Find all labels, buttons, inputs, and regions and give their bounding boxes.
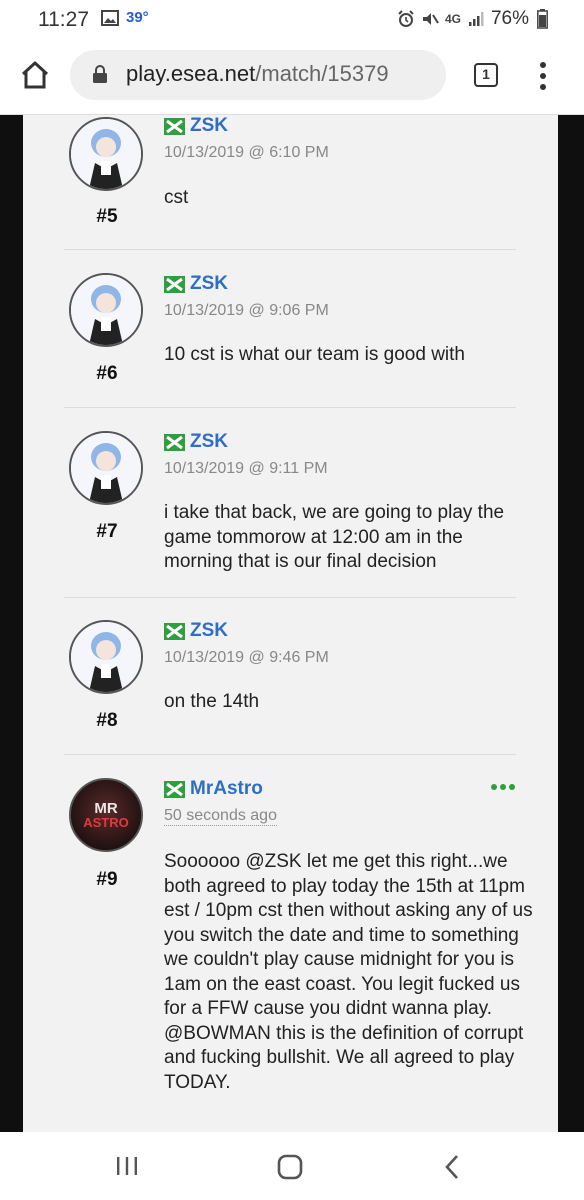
- alarm-icon: [398, 10, 414, 27]
- recent-apps-icon[interactable]: [115, 1154, 139, 1178]
- image-notification-icon: [101, 10, 119, 26]
- divider: [64, 597, 516, 598]
- post-number: #5: [96, 206, 118, 227]
- post-body: 10 cst is what our team is good with: [164, 344, 465, 365]
- overflow-menu-icon[interactable]: [538, 60, 548, 92]
- avatar[interactable]: [69, 117, 143, 191]
- anime-avatar-image: [71, 433, 141, 503]
- username-link[interactable]: ZSK: [190, 620, 228, 642]
- anime-avatar-image: [71, 275, 141, 345]
- verified-badge-icon: [164, 276, 185, 293]
- lock-icon: [93, 65, 107, 83]
- username-link[interactable]: ZSK: [190, 115, 228, 137]
- post-body: cst: [164, 187, 189, 208]
- post-number: #9: [96, 869, 118, 890]
- avatar[interactable]: [69, 273, 143, 347]
- anime-avatar-image: [71, 119, 141, 189]
- avatar[interactable]: [69, 620, 143, 694]
- mute-icon: [422, 13, 439, 25]
- verified-badge-icon: [164, 118, 185, 135]
- post-number: #6: [96, 363, 118, 384]
- logo-text-bottom: ASTRO: [83, 815, 129, 830]
- post-number: #7: [96, 521, 118, 542]
- tab-switcher-button[interactable]: 1: [474, 63, 498, 87]
- signal-icon: [468, 12, 484, 26]
- verified-badge-icon: [164, 434, 185, 451]
- post-date: 50 seconds ago: [164, 807, 277, 826]
- username-link[interactable]: ZSK: [190, 273, 228, 295]
- post-date: 10/13/2019 @ 9:11 PM: [164, 460, 328, 477]
- comments-panel: #5 ZSK 10/13/2019 @ 6:10 PM cst #6 ZSK 1…: [23, 115, 558, 1132]
- status-bar: 11:27 39° 4G 76%: [0, 0, 584, 38]
- battery-icon: [537, 9, 548, 29]
- status-time: 11:27: [38, 8, 89, 31]
- verified-badge-icon: [164, 781, 185, 798]
- avatar[interactable]: [69, 431, 143, 505]
- post-body: i take that back, we are going to play t…: [164, 502, 505, 572]
- mr-astro-logo-image: MR ASTRO: [71, 780, 141, 850]
- back-icon[interactable]: [444, 1154, 460, 1180]
- username-link[interactable]: ZSK: [190, 431, 228, 453]
- avatar[interactable]: MR ASTRO: [69, 778, 143, 852]
- weather-temperature: 39°: [126, 9, 149, 26]
- home-nav-icon[interactable]: [277, 1154, 303, 1180]
- divider: [64, 754, 516, 755]
- url-text: play.esea.net/match/15379: [126, 61, 438, 87]
- browser-toolbar: play.esea.net/match/15379 1: [0, 38, 584, 115]
- more-options-icon[interactable]: [490, 783, 516, 791]
- post-date: 10/13/2019 @ 9:06 PM: [164, 302, 329, 319]
- url-bar[interactable]: play.esea.net/match/15379: [70, 50, 446, 100]
- url-host: play.esea.net: [126, 61, 256, 86]
- divider: [64, 249, 516, 250]
- post-number: #8: [96, 710, 118, 731]
- divider: [64, 407, 516, 408]
- url-path: /match/15379: [255, 61, 389, 86]
- battery-percent: 76%: [490, 8, 529, 29]
- post-body: Soooooo @ZSK let me get this right...we …: [164, 851, 533, 1093]
- home-icon[interactable]: [20, 60, 50, 90]
- post-body: on the 14th: [164, 691, 260, 712]
- system-nav-bar: [0, 1132, 584, 1200]
- page-content: #5 ZSK 10/13/2019 @ 6:10 PM cst #6 ZSK 1…: [0, 115, 584, 1132]
- username-link[interactable]: MrAstro: [190, 778, 263, 800]
- network-type: 4G: [444, 12, 461, 26]
- post-date: 10/13/2019 @ 9:46 PM: [164, 649, 329, 666]
- post-date: 10/13/2019 @ 6:10 PM: [164, 144, 329, 161]
- verified-badge-icon: [164, 623, 185, 640]
- anime-avatar-image: [71, 622, 141, 692]
